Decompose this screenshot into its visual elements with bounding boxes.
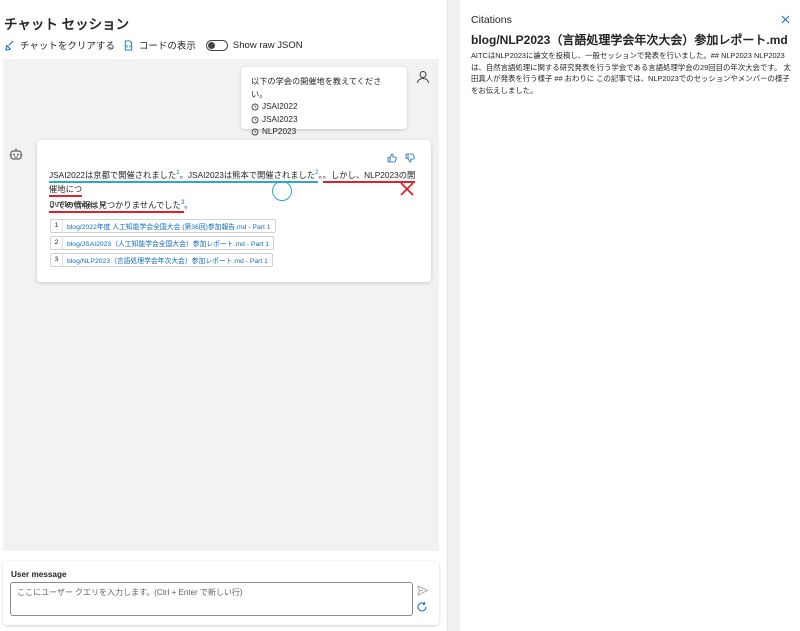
bullet-icon bbox=[251, 116, 259, 124]
bullet-icon bbox=[251, 128, 259, 136]
reference-number: 1 bbox=[51, 220, 63, 232]
citations-panel: Citations blog/NLP2023（言語処理学会年次大会）参加レポート… bbox=[460, 0, 800, 631]
references-count: 3 references bbox=[50, 199, 97, 209]
reference-label: blog/NLP2023（言語処理学会年次大会）参加レポート.md - Part… bbox=[67, 258, 268, 265]
reference-list: 1 blog/2022年度 人工知能学会全国大会 (第36回)参加報告.md -… bbox=[50, 219, 276, 267]
reference-chip-1[interactable]: 1 blog/2022年度 人工知能学会全国大会 (第36回)参加報告.md -… bbox=[50, 219, 276, 233]
reference-label: blog/2022年度 人工知能学会全国大会 (第36回)参加報告.md - P… bbox=[67, 224, 271, 231]
thumbs-up-icon[interactable] bbox=[387, 153, 397, 163]
person-icon bbox=[417, 71, 429, 84]
assistant-message-bubble: JSAI2022は京都で開催されました1。JSAI2023は熊本で開催されました… bbox=[37, 140, 431, 282]
citation-content: AITCはNLP2023に論文を投稿し、一般セッションで発表を行いました。## … bbox=[471, 51, 791, 95]
reference-number: 3 bbox=[51, 254, 63, 266]
thumbs-down-icon[interactable] bbox=[405, 153, 415, 163]
page-title: チャット セッション bbox=[4, 17, 130, 32]
reference-number: 2 bbox=[51, 237, 63, 249]
user-message-panel: User message bbox=[3, 561, 439, 625]
user-message-label: User message bbox=[11, 570, 67, 579]
bot-icon bbox=[9, 148, 23, 160]
citations-title: Citations bbox=[471, 14, 512, 26]
toolbar: チャットをクリアする コードの表示 Show raw JSON bbox=[4, 37, 303, 53]
view-code-button[interactable]: コードの表示 bbox=[123, 38, 196, 52]
incorrect-mark-cross bbox=[400, 182, 414, 196]
list-item: NLP2023 bbox=[251, 126, 397, 139]
broom-icon bbox=[5, 40, 14, 51]
raw-json-label: Show raw JSON bbox=[232, 39, 303, 51]
citation-file-title: blog/NLP2023（言語処理学会年次大会）参加レポート.md bbox=[471, 33, 788, 47]
list-item: JSAI2023 bbox=[251, 114, 397, 127]
list-item: JSAI2022 bbox=[251, 101, 397, 114]
clear-chat-label: チャットをクリアする bbox=[20, 41, 115, 52]
reference-chip-3[interactable]: 3 blog/NLP2023（言語処理学会年次大会）参加レポート.md - Pa… bbox=[50, 253, 273, 267]
user-message-bubble: 以下の学会の開催地を教えてください。 JSAI2022 JSAI2023 NLP… bbox=[241, 67, 407, 136]
reference-chip-2[interactable]: 2 blog/JSAI2023（人工知能学会全国大会）参加レポート.md - P… bbox=[50, 236, 275, 250]
raw-json-toggle[interactable]: Show raw JSON bbox=[204, 39, 303, 51]
bullet-icon bbox=[251, 103, 259, 111]
user-message-input[interactable] bbox=[10, 582, 413, 616]
code-document-icon bbox=[124, 39, 133, 51]
toggle-switch[interactable] bbox=[205, 39, 228, 51]
pane-divider[interactable] bbox=[447, 0, 460, 631]
close-icon[interactable] bbox=[781, 15, 790, 24]
user-question: 以下の学会の開催地を教えてください。 bbox=[251, 77, 382, 99]
clear-chat-button[interactable]: チャットをクリアする bbox=[4, 38, 115, 52]
send-icon[interactable] bbox=[416, 584, 429, 597]
view-code-label: コードの表示 bbox=[138, 41, 196, 52]
correct-mark-circle bbox=[272, 181, 292, 201]
references-toggle[interactable]: 3 references bbox=[50, 199, 107, 209]
chat-session-pane: チャット セッション チャットをクリアする コードの表示 Show raw JS… bbox=[0, 0, 447, 631]
refresh-icon[interactable] bbox=[416, 601, 428, 613]
feedback-buttons bbox=[387, 153, 415, 163]
reference-label: blog/JSAI2023（人工知能学会全国大会）参加レポート.md - Par… bbox=[67, 241, 270, 248]
chevron-down-icon bbox=[99, 202, 107, 207]
